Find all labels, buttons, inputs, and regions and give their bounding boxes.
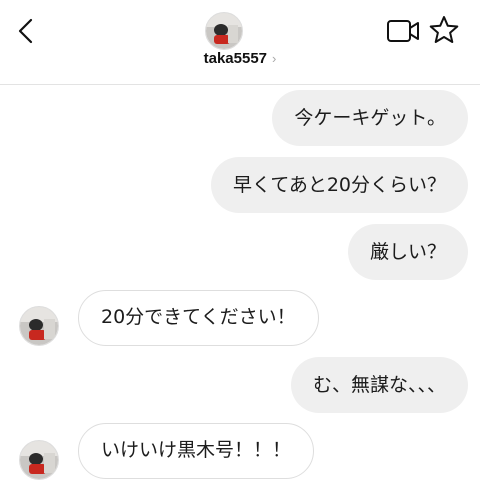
username-row[interactable]: taka5557 › <box>0 50 480 67</box>
message-bubble-incoming[interactable]: 20分できてください！ <box>78 290 319 346</box>
message-bubble-outgoing[interactable]: 今ケーキゲット。 <box>272 90 468 146</box>
message-bubble-outgoing[interactable]: 早くてあと20分くらい？ <box>210 157 468 213</box>
star-icon[interactable] <box>428 14 460 46</box>
chat-header: taka5557 › <box>0 0 480 85</box>
header-avatar[interactable] <box>205 12 243 50</box>
sender-avatar[interactable] <box>19 440 59 480</box>
chevron-right-icon: › <box>272 51 277 66</box>
message-bubble-outgoing[interactable]: む、無謀な、、、 <box>290 357 468 413</box>
message-bubble-incoming[interactable]: いけいけ黒木号！！！ <box>78 423 315 479</box>
back-chevron-icon[interactable] <box>14 16 40 46</box>
message-bubble-outgoing[interactable]: 厳しい？ <box>347 224 468 280</box>
sender-avatar[interactable] <box>19 306 59 346</box>
username: taka5557 <box>203 50 268 67</box>
video-call-icon[interactable] <box>386 17 420 45</box>
